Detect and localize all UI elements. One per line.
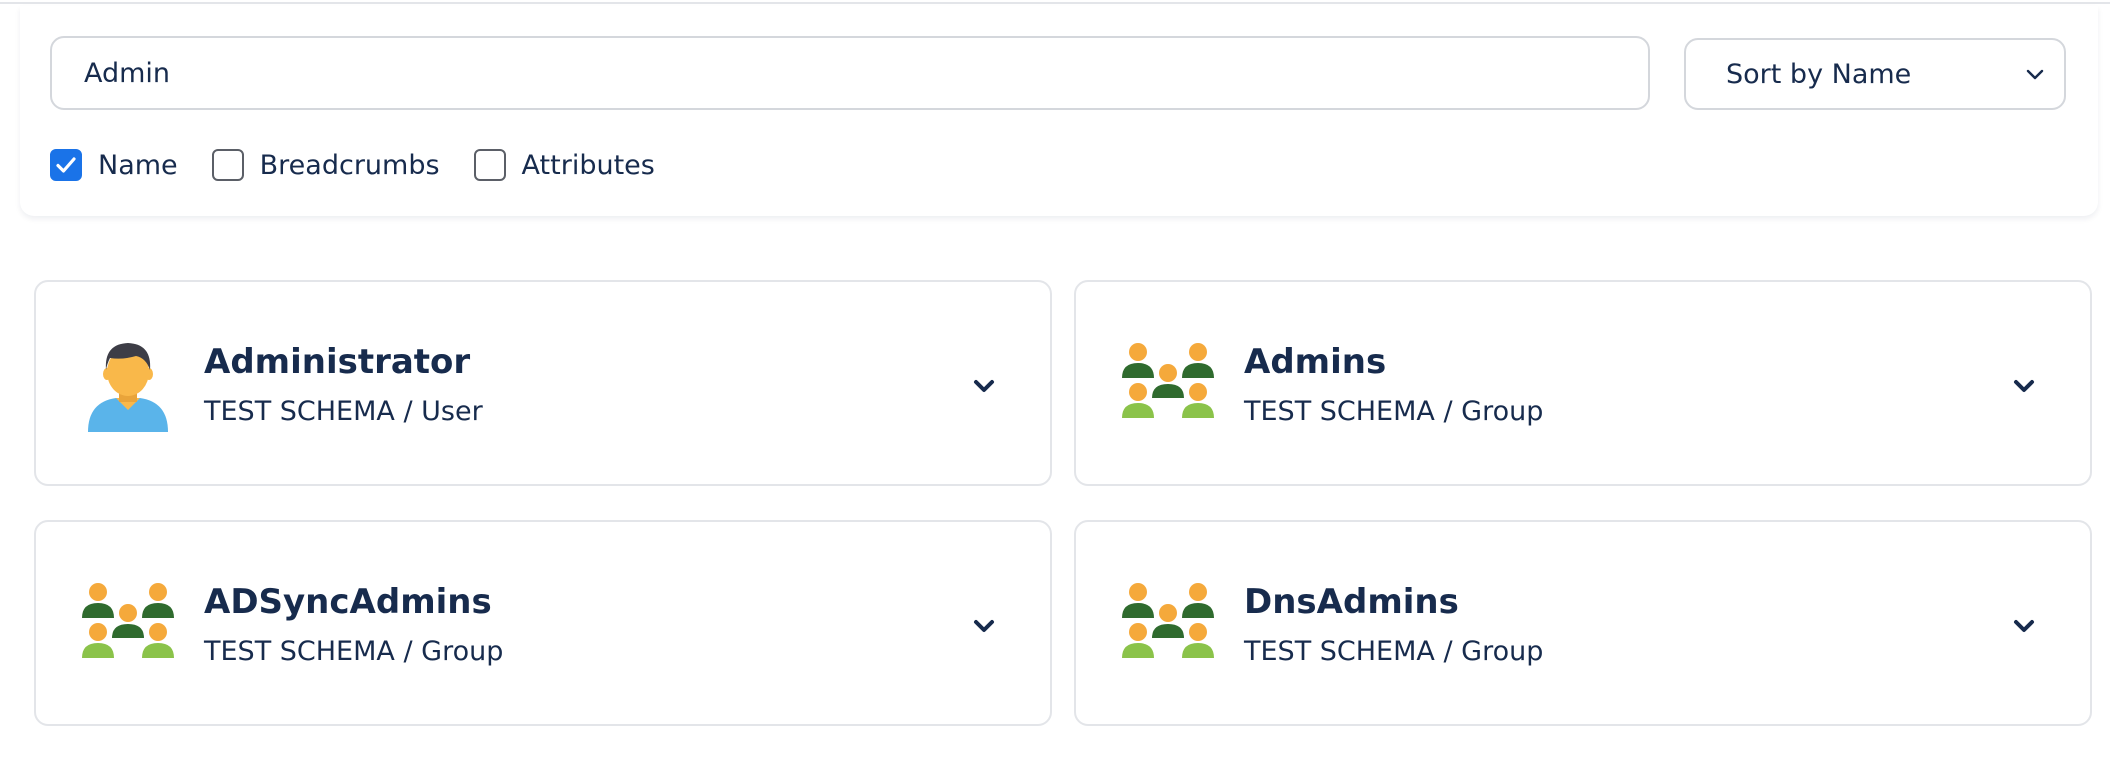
result-card-admins[interactable]: Admins TEST SCHEMA / Group [1074, 280, 2092, 486]
result-subtitle: TEST SCHEMA / Group [1244, 636, 1544, 667]
chevron-down-icon[interactable] [2004, 606, 2044, 646]
chevron-down-icon [2026, 69, 2044, 80]
group-icon [82, 583, 174, 658]
search-filter-options: Name Breadcrumbs Attributes [50, 148, 689, 182]
result-title: Admins [1244, 342, 1387, 382]
group-icon [1122, 583, 1214, 658]
filter-attributes[interactable]: Attributes [473, 149, 655, 181]
filter-name[interactable]: Name [50, 149, 178, 181]
sort-select-value: Sort by Name [1726, 58, 1912, 90]
filter-breadcrumbs-label: Breadcrumbs [259, 149, 440, 181]
chevron-down-icon[interactable] [964, 366, 1004, 406]
result-card-adsyncadmins[interactable]: ADSyncAdmins TEST SCHEMA / Group [34, 520, 1052, 726]
filter-name-label: Name [98, 149, 178, 181]
filter-name-checkbox[interactable] [50, 149, 82, 181]
top-divider [0, 0, 2110, 4]
result-title: DnsAdmins [1244, 582, 1459, 622]
filter-breadcrumbs[interactable]: Breadcrumbs [211, 149, 440, 181]
search-input[interactable] [50, 36, 1650, 110]
result-title: ADSyncAdmins [204, 582, 492, 622]
result-card-administrator[interactable]: Administrator TEST SCHEMA / User [34, 280, 1052, 486]
user-icon [88, 343, 168, 432]
filter-breadcrumbs-checkbox[interactable] [211, 149, 244, 181]
result-title: Administrator [204, 342, 471, 382]
result-subtitle: TEST SCHEMA / Group [204, 636, 504, 667]
chevron-down-icon[interactable] [964, 606, 1004, 646]
result-subtitle: TEST SCHEMA / Group [1244, 396, 1544, 427]
checkmark-icon [56, 157, 76, 173]
filter-attributes-label: Attributes [521, 149, 655, 181]
search-panel: Sort by Name Name Breadcrumbs Attributes [20, 6, 2098, 216]
result-subtitle: TEST SCHEMA / User [204, 396, 483, 427]
sort-select[interactable]: Sort by Name [1684, 38, 2066, 110]
group-icon [1122, 343, 1214, 418]
filter-attributes-checkbox[interactable] [473, 149, 506, 181]
result-card-dnsadmins[interactable]: DnsAdmins TEST SCHEMA / Group [1074, 520, 2092, 726]
chevron-down-icon[interactable] [2004, 366, 2044, 406]
